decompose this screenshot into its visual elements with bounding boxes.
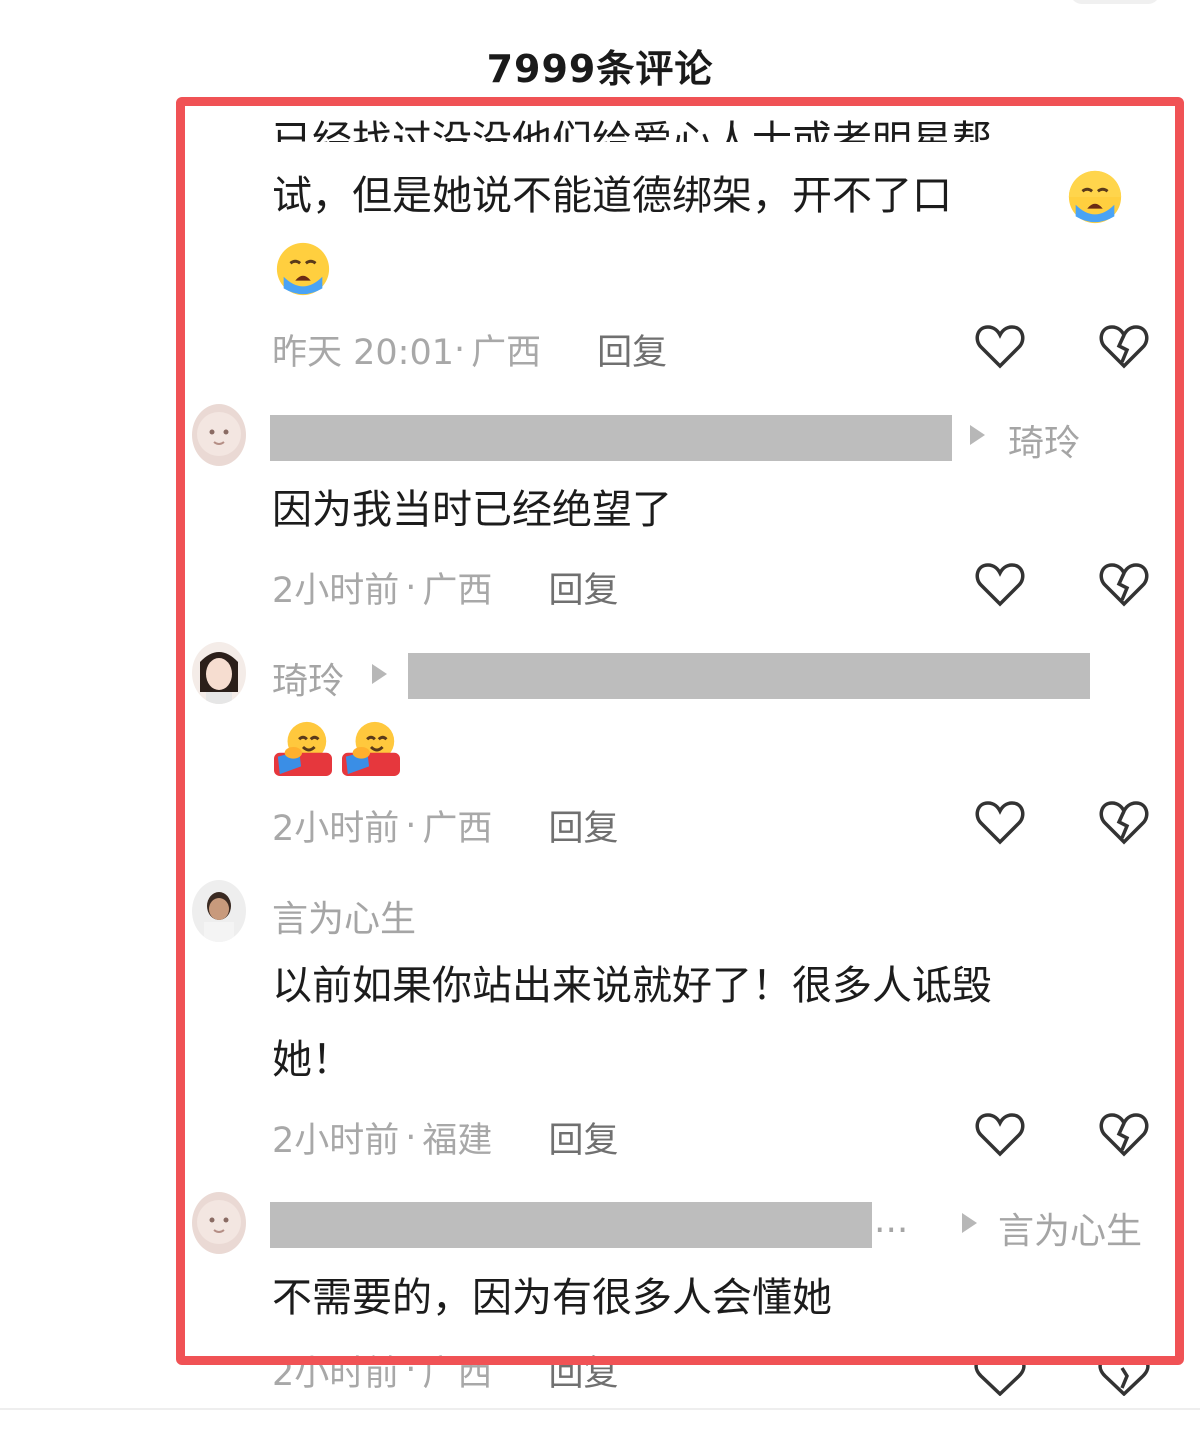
heart-outline-icon[interactable] — [974, 798, 1026, 846]
comment-4-username[interactable]: 言为心生 — [272, 890, 416, 942]
comment-4-meta: 2小时前 · 福建 回复 — [272, 1112, 618, 1163]
comment-2-text: 因为我当时已经绝望了 — [272, 487, 672, 533]
comment-3-meta: 2小时前 · 广西 回复 — [272, 800, 618, 851]
bottom-divider — [0, 1408, 1200, 1410]
reply-to-username[interactable]: 言为心生 — [998, 1202, 1142, 1254]
comment-1-text: 试，但是她说不能道德绑架，开不了口 — [272, 173, 952, 219]
crying-face-emoji — [276, 242, 330, 296]
comment-4-region: 福建 — [422, 1121, 493, 1161]
broken-heart-icon[interactable] — [1098, 798, 1150, 846]
reply-arrow-icon — [970, 425, 985, 445]
comment-3-username[interactable]: 琦玲 — [272, 652, 344, 704]
heart-outline-icon[interactable] — [974, 560, 1026, 608]
comment-5-text: 不需要的，因为有很多人会懂她 — [272, 1275, 832, 1321]
comment-1-meta: 昨天 20:01 · 广西 回复 — [272, 324, 667, 375]
meta-sep: · — [405, 1352, 417, 1388]
crying-face-emoji — [1068, 170, 1122, 224]
comment-3-reply-button[interactable]: 回复 — [548, 800, 618, 851]
comment-4-text-line1: 以前如果你站出来说就好了！很多人诋毁 — [272, 963, 992, 1009]
reply-arrow-icon — [962, 1213, 977, 1233]
broken-heart-icon[interactable] — [1098, 560, 1150, 608]
comment-1-reply-button[interactable]: 回复 — [597, 324, 667, 375]
broken-heart-icon[interactable] — [1098, 1110, 1150, 1158]
heart-outline-icon[interactable] — [974, 1110, 1026, 1158]
comment-5-time: 2小时前 — [272, 1353, 400, 1389]
comment-3-region: 广西 — [422, 809, 493, 849]
meta-sep: · — [405, 567, 417, 608]
hugging-face-emoji — [274, 721, 332, 776]
broken-heart-icon[interactable] — [1098, 1360, 1150, 1396]
broken-heart-icon[interactable] — [1098, 322, 1150, 370]
comment-4-text-line2: 她！ — [272, 1037, 352, 1083]
comment-2-region: 广西 — [422, 571, 493, 611]
redacted-username — [270, 415, 952, 461]
comment-1-region: 广西 — [471, 333, 542, 373]
heart-outline-icon[interactable] — [974, 1360, 1026, 1396]
comment-2-reply-button[interactable]: 回复 — [548, 562, 618, 613]
comment-4-reply-button[interactable]: 回复 — [548, 1112, 618, 1163]
comment-2-meta: 2小时前 · 广西 回复 — [272, 562, 618, 613]
comment-4-time: 2小时前 — [272, 1121, 400, 1161]
avatar[interactable] — [192, 642, 246, 704]
reply-to-username[interactable]: 琦玲 — [1008, 414, 1080, 466]
hugging-face-emoji — [342, 721, 400, 776]
reply-arrow-icon — [372, 664, 387, 684]
meta-sep: · — [405, 805, 417, 846]
top-right-control — [1070, 0, 1160, 4]
comment-3-time: 2小时前 — [272, 809, 400, 849]
comment-5-meta: 2小时前 · 广西 回复 — [272, 1352, 618, 1388]
redacted-username — [408, 653, 1090, 699]
comment-count-title: 7999条评论 — [486, 47, 714, 91]
comment-2-time: 2小时前 — [272, 571, 400, 611]
comment-1-time: 昨天 20:01 — [272, 333, 454, 373]
heart-outline-icon[interactable] — [974, 322, 1026, 370]
redacted-username — [270, 1202, 872, 1248]
avatar[interactable] — [192, 880, 246, 942]
comment-5-reply-button[interactable]: 回复 — [548, 1352, 618, 1389]
avatar[interactable] — [192, 404, 246, 466]
comment-1-cut-line: 已经找过没没他们给爱心人士或者明星帮 — [272, 118, 992, 142]
meta-sep: · — [454, 329, 466, 370]
comment-5-region: 广西 — [422, 1353, 493, 1389]
meta-sep: · — [405, 1117, 417, 1158]
avatar[interactable] — [192, 1192, 246, 1254]
username-ellipsis: ... — [874, 1200, 909, 1241]
